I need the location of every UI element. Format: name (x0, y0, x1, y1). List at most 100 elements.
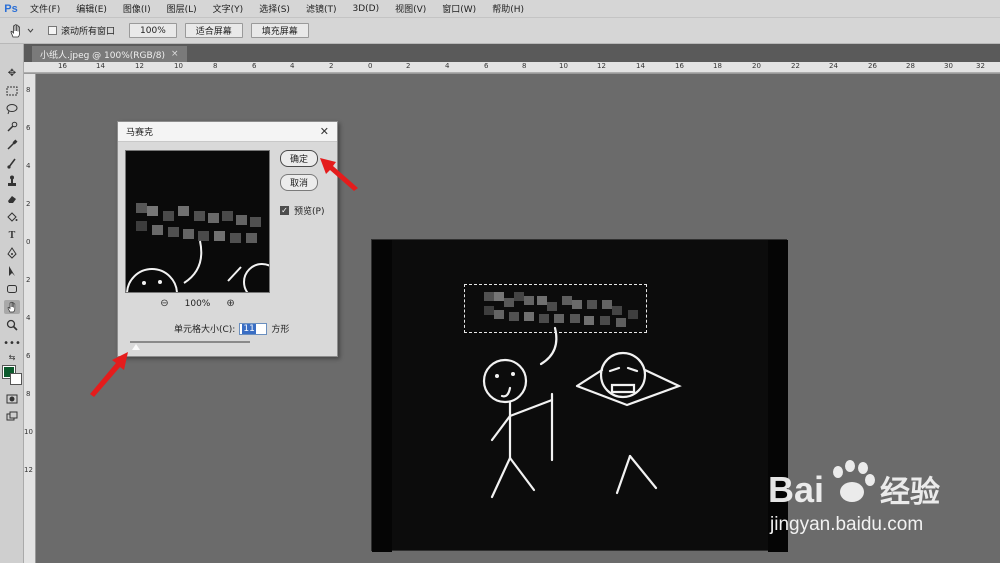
cell-size-slider[interactable] (130, 341, 250, 343)
menu-filter[interactable]: 滤镜(T) (298, 2, 345, 15)
ruler-label: 28 (906, 62, 915, 70)
ruler-label: 12 (24, 466, 33, 474)
ruler-label: 8 (213, 62, 218, 70)
ruler-label: 26 (868, 62, 877, 70)
ruler-label: 32 (976, 62, 985, 70)
ruler-label: 18 (713, 62, 722, 70)
fill-screen-button[interactable]: 填充屏幕 (250, 23, 309, 38)
document-tab-title: 小纸人.jpeg @ 100%(RGB/8) (40, 50, 165, 61)
ruler-label: 20 (752, 62, 761, 70)
zoom-in-icon[interactable]: ⊕ (226, 298, 234, 309)
ruler-label: 0 (368, 62, 373, 70)
ruler-label: 4 (445, 62, 450, 70)
svg-text:Bai: Bai (768, 469, 824, 510)
cell-size-slider-thumb[interactable] (132, 344, 140, 350)
close-icon[interactable]: × (171, 49, 179, 59)
bucket-tool-icon[interactable] (4, 210, 20, 224)
ruler-label: 2 (26, 276, 31, 284)
more-tools-icon[interactable]: ••• (3, 336, 21, 350)
menu-select[interactable]: 选择(S) (251, 2, 298, 15)
cell-size-label: 单元格大小(C): (174, 325, 236, 335)
cell-size-unit: 方形 (271, 325, 290, 335)
hand-icon (10, 23, 20, 37)
annotation-arrow-ok (320, 158, 358, 191)
ruler-label: 2 (329, 62, 334, 70)
pen-tool-icon[interactable] (4, 246, 20, 260)
path-select-tool-icon[interactable] (4, 264, 20, 278)
ruler-label: 10 (559, 62, 568, 70)
zoom-out-icon[interactable]: ⊖ (160, 298, 168, 309)
menu-file[interactable]: 文件(F) (22, 2, 68, 15)
menu-3d[interactable]: 3D(D) (344, 4, 387, 14)
type-tool-icon[interactable]: T (4, 228, 20, 242)
menu-layer[interactable]: 图层(L) (159, 2, 205, 15)
cell-size-input[interactable]: 11 (239, 322, 268, 335)
swap-colors-icon[interactable]: ⇆ (4, 350, 20, 364)
background-color-swatch[interactable] (10, 373, 22, 385)
menu-help[interactable]: 帮助(H) (484, 2, 532, 15)
tool-preset-picker[interactable] (8, 23, 38, 39)
watermark-url: jingyan.baidu.com (770, 514, 924, 535)
zoom-tool-icon[interactable] (4, 318, 20, 332)
document-canvas[interactable] (371, 239, 788, 552)
ruler-label: 16 (58, 62, 67, 70)
brush-tool-icon[interactable] (4, 156, 20, 170)
filter-preview[interactable] (125, 150, 270, 293)
ruler-label: 6 (484, 62, 489, 70)
ok-button[interactable]: 确定 (280, 150, 318, 167)
zoom-level: 100% (184, 298, 211, 309)
ruler-label: 8 (26, 86, 31, 94)
preview-checkbox[interactable]: ✓ (280, 206, 289, 215)
close-icon[interactable]: ✕ (320, 125, 329, 138)
svg-text:经验: 经验 (880, 475, 940, 510)
eyedropper-tool-icon[interactable] (4, 138, 20, 152)
scroll-all-checkbox[interactable] (48, 26, 57, 35)
selection-marquee (464, 284, 647, 333)
menu-image[interactable]: 图像(I) (115, 2, 159, 15)
rectangle-tool-icon[interactable] (4, 282, 20, 296)
ruler-label: 22 (791, 62, 800, 70)
preview-artwork (126, 203, 269, 292)
ruler-label: 4 (26, 314, 31, 322)
menu-window[interactable]: 窗口(W) (434, 2, 484, 15)
menu-view[interactable]: 视图(V) (387, 2, 434, 15)
ruler-label: 0 (26, 238, 31, 246)
lasso-tool-icon[interactable] (4, 102, 20, 116)
eraser-tool-icon[interactable] (4, 192, 20, 206)
chevron-down-icon (27, 28, 34, 33)
photoshop-logo: Ps (4, 2, 18, 15)
menu-type[interactable]: 文字(Y) (205, 2, 252, 15)
options-bar: 滚动所有窗口 100% 适合屏幕 填充屏幕 (0, 18, 1000, 44)
marquee-tool-icon[interactable] (4, 84, 20, 98)
screen-mode-icon[interactable] (4, 410, 20, 424)
baidu-watermark: Bai 经验 jingyan.baidu.com (768, 456, 983, 556)
fit-screen-button[interactable]: 适合屏幕 (184, 23, 243, 38)
quick-selection-tool-icon[interactable] (4, 120, 20, 134)
dialog-title: 马赛克 (126, 128, 154, 138)
ruler-label: 14 (96, 62, 105, 70)
ruler-label: 14 (636, 62, 645, 70)
ruler-label: 8 (522, 62, 527, 70)
hand-tool-icon[interactable] (4, 300, 20, 314)
stamp-tool-icon[interactable] (4, 174, 20, 188)
ruler-label: 4 (290, 62, 295, 70)
baidu-jingyan-logo: Bai 经验 (768, 460, 940, 510)
document-tab[interactable]: 小纸人.jpeg @ 100%(RGB/8) × (32, 46, 187, 62)
cancel-button[interactable]: 取消 (280, 174, 318, 191)
dialog-title-bar[interactable]: 马赛克 ✕ (118, 122, 337, 142)
menu-bar: Ps 文件(F) 编辑(E) 图像(I) 图层(L) 文字(Y) 选择(S) 滤… (0, 0, 1000, 18)
ruler-label: 16 (675, 62, 684, 70)
ruler-horizontal[interactable]: 16 14 12 10 8 6 4 2 0 2 4 6 8 10 12 14 1… (24, 62, 1000, 74)
ruler-label: 30 (944, 62, 953, 70)
ruler-vertical[interactable]: 8 6 4 2 0 2 4 6 8 10 12 (24, 74, 36, 563)
ruler-label: 6 (26, 352, 31, 360)
move-tool-icon[interactable]: ✥ (4, 66, 20, 80)
ruler-ticks (24, 72, 1000, 73)
ruler-label: 24 (829, 62, 838, 70)
quick-mask-icon[interactable] (4, 392, 20, 406)
menu-edit[interactable]: 编辑(E) (68, 2, 115, 15)
ruler-label: 4 (26, 162, 31, 170)
cell-size-value: 11 (242, 323, 256, 334)
zoom-100-button[interactable]: 100% (129, 23, 177, 38)
toolbox: ✥ T ••• ⇆ (0, 44, 24, 563)
